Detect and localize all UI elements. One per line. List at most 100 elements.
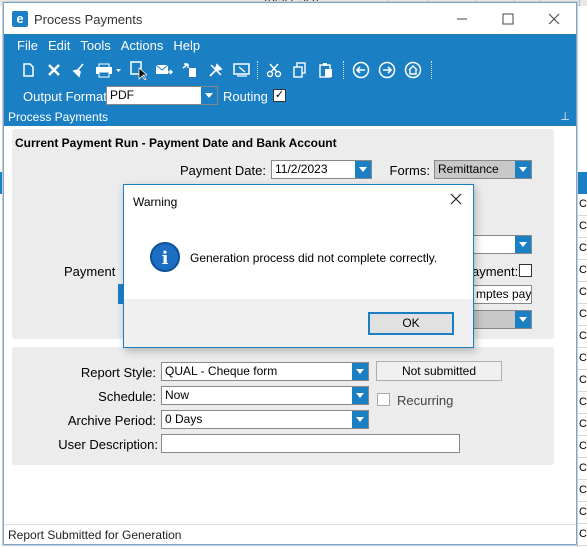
background-grid-cell: CD	[578, 282, 587, 304]
chevron-down-icon	[355, 161, 371, 178]
status-bar: Report Submitted for Generation	[4, 524, 576, 544]
delete-icon[interactable]	[45, 61, 63, 79]
background-grid-cell: CD	[578, 260, 587, 282]
menu-actions[interactable]: Actions	[121, 38, 164, 53]
payment-right-label: ayment:	[472, 264, 519, 279]
output-format-value: PDF	[110, 88, 134, 102]
warning-dialog: Warning i Generation process did not com…	[123, 184, 474, 348]
new-icon[interactable]	[19, 61, 37, 79]
routing-label: Routing	[223, 89, 268, 104]
recurring-label: Recurring	[397, 393, 454, 408]
background-grid-column: CDCDCDCDCDCDCDCDCDCDCDCDCDCDCDCD	[577, 172, 587, 547]
schedule-value: Now	[165, 388, 190, 402]
forms-value: Remittance	[438, 162, 499, 176]
background-grid-cell: CD	[578, 216, 587, 238]
routing-checkbox[interactable]: ✓	[273, 89, 286, 102]
forms-label: Forms:	[389, 163, 430, 178]
send-icon[interactable]	[181, 61, 199, 79]
payment-label: Payment	[64, 264, 116, 279]
email-icon[interactable]	[155, 61, 173, 79]
pin-icon[interactable]: ⊥	[560, 110, 570, 123]
dialog-close-button[interactable]	[447, 190, 465, 208]
report-style-label: Report Style:	[80, 365, 156, 380]
background-grid-cell: CD	[578, 194, 587, 216]
maximize-button[interactable]	[488, 7, 528, 31]
chevron-down-icon	[352, 387, 368, 404]
background-grid-cell: CD	[578, 348, 587, 370]
close-icon	[548, 13, 560, 25]
title-bar: e Process Payments	[4, 3, 576, 34]
submission-status-button[interactable]: Not submitted	[376, 361, 502, 381]
background-grid-cell: CD	[578, 370, 587, 392]
print-icon[interactable]	[94, 61, 124, 79]
bank-select[interactable]	[472, 235, 532, 254]
clear-icon[interactable]	[70, 61, 88, 79]
home-icon[interactable]	[404, 61, 422, 79]
paste-icon[interactable]	[317, 61, 335, 79]
background-grid-cell: CD	[578, 436, 587, 458]
chevron-down-icon	[515, 311, 531, 328]
toolbar-separator	[343, 61, 344, 79]
print-preview-icon[interactable]	[129, 61, 147, 80]
background-grid-cell: CD	[578, 458, 587, 480]
payment-date-picker[interactable]: 11/2/2023	[271, 160, 372, 179]
account-type-select[interactable]	[472, 310, 532, 329]
copy-icon[interactable]	[291, 61, 309, 79]
dialog-footer: OK	[124, 299, 473, 347]
schedule-label: Schedule:	[98, 389, 156, 404]
background-grid-cell: CD	[578, 238, 587, 260]
screen-icon[interactable]	[233, 61, 251, 79]
output-options-bar: Output Format: PDF Routing ✓	[4, 84, 576, 108]
background-grid-cell: CD	[578, 502, 587, 524]
background-grid-cell: CD	[578, 326, 587, 348]
payment-run-header: Current Payment Run - Payment Date and B…	[15, 136, 337, 150]
window-title: Process Payments	[34, 12, 143, 27]
user-description-label: User Description:	[58, 437, 158, 452]
background-grid-cell: CD	[578, 304, 587, 326]
panel-header: Process Payments ⊥	[4, 108, 576, 126]
user-description-input[interactable]	[161, 434, 460, 453]
archive-period-label: Archive Period:	[67, 413, 156, 428]
back-icon[interactable]	[352, 61, 370, 79]
account-field[interactable]: mptes paya	[472, 285, 532, 304]
menu-edit[interactable]: Edit	[48, 38, 70, 53]
app-logo-icon: e	[12, 11, 28, 27]
report-style-select[interactable]: QUAL - Cheque form	[161, 362, 369, 381]
archive-period-value: 0 Days	[165, 412, 203, 426]
ok-button[interactable]: OK	[368, 312, 454, 335]
cut-icon[interactable]	[265, 61, 283, 79]
minimize-icon	[457, 18, 467, 20]
close-button[interactable]	[534, 7, 574, 31]
report-style-value: QUAL - Cheque form	[165, 364, 278, 378]
chevron-down-icon	[352, 363, 368, 380]
maximize-icon	[502, 13, 514, 25]
info-icon: i	[150, 242, 180, 272]
background-grid-cell: CD	[578, 480, 587, 502]
menu-help[interactable]: Help	[173, 38, 200, 53]
schedule-select[interactable]: Now	[161, 386, 369, 405]
minimize-button[interactable]	[442, 7, 482, 31]
background-grid-column-header	[578, 172, 587, 194]
output-format-select[interactable]: PDF	[106, 86, 218, 105]
chevron-down-icon	[352, 411, 368, 428]
toolbar	[4, 56, 576, 84]
archive-period-select[interactable]: 0 Days	[161, 410, 369, 429]
settings-icon[interactable]	[207, 61, 225, 79]
output-format-label: Output Format:	[23, 89, 111, 104]
payment-checkbox[interactable]	[519, 264, 532, 277]
menu-tools[interactable]: Tools	[80, 38, 110, 53]
background-grid-cell: CD	[578, 392, 587, 414]
background-grid-cell: CD	[578, 414, 587, 436]
background-grid-cell: CD	[578, 524, 587, 546]
toolbar-separator	[257, 61, 258, 79]
forms-select[interactable]: Remittance	[434, 160, 532, 179]
forward-icon[interactable]	[378, 61, 396, 79]
chevron-down-icon	[515, 161, 531, 178]
recurring-checkbox[interactable]	[377, 393, 390, 406]
dialog-title: Warning	[133, 195, 178, 209]
chevron-down-icon	[515, 236, 531, 253]
chevron-down-icon	[201, 87, 217, 104]
close-icon	[450, 193, 462, 205]
dialog-message: Generation process did not complete corr…	[190, 251, 438, 265]
menu-file[interactable]: File	[17, 38, 38, 53]
